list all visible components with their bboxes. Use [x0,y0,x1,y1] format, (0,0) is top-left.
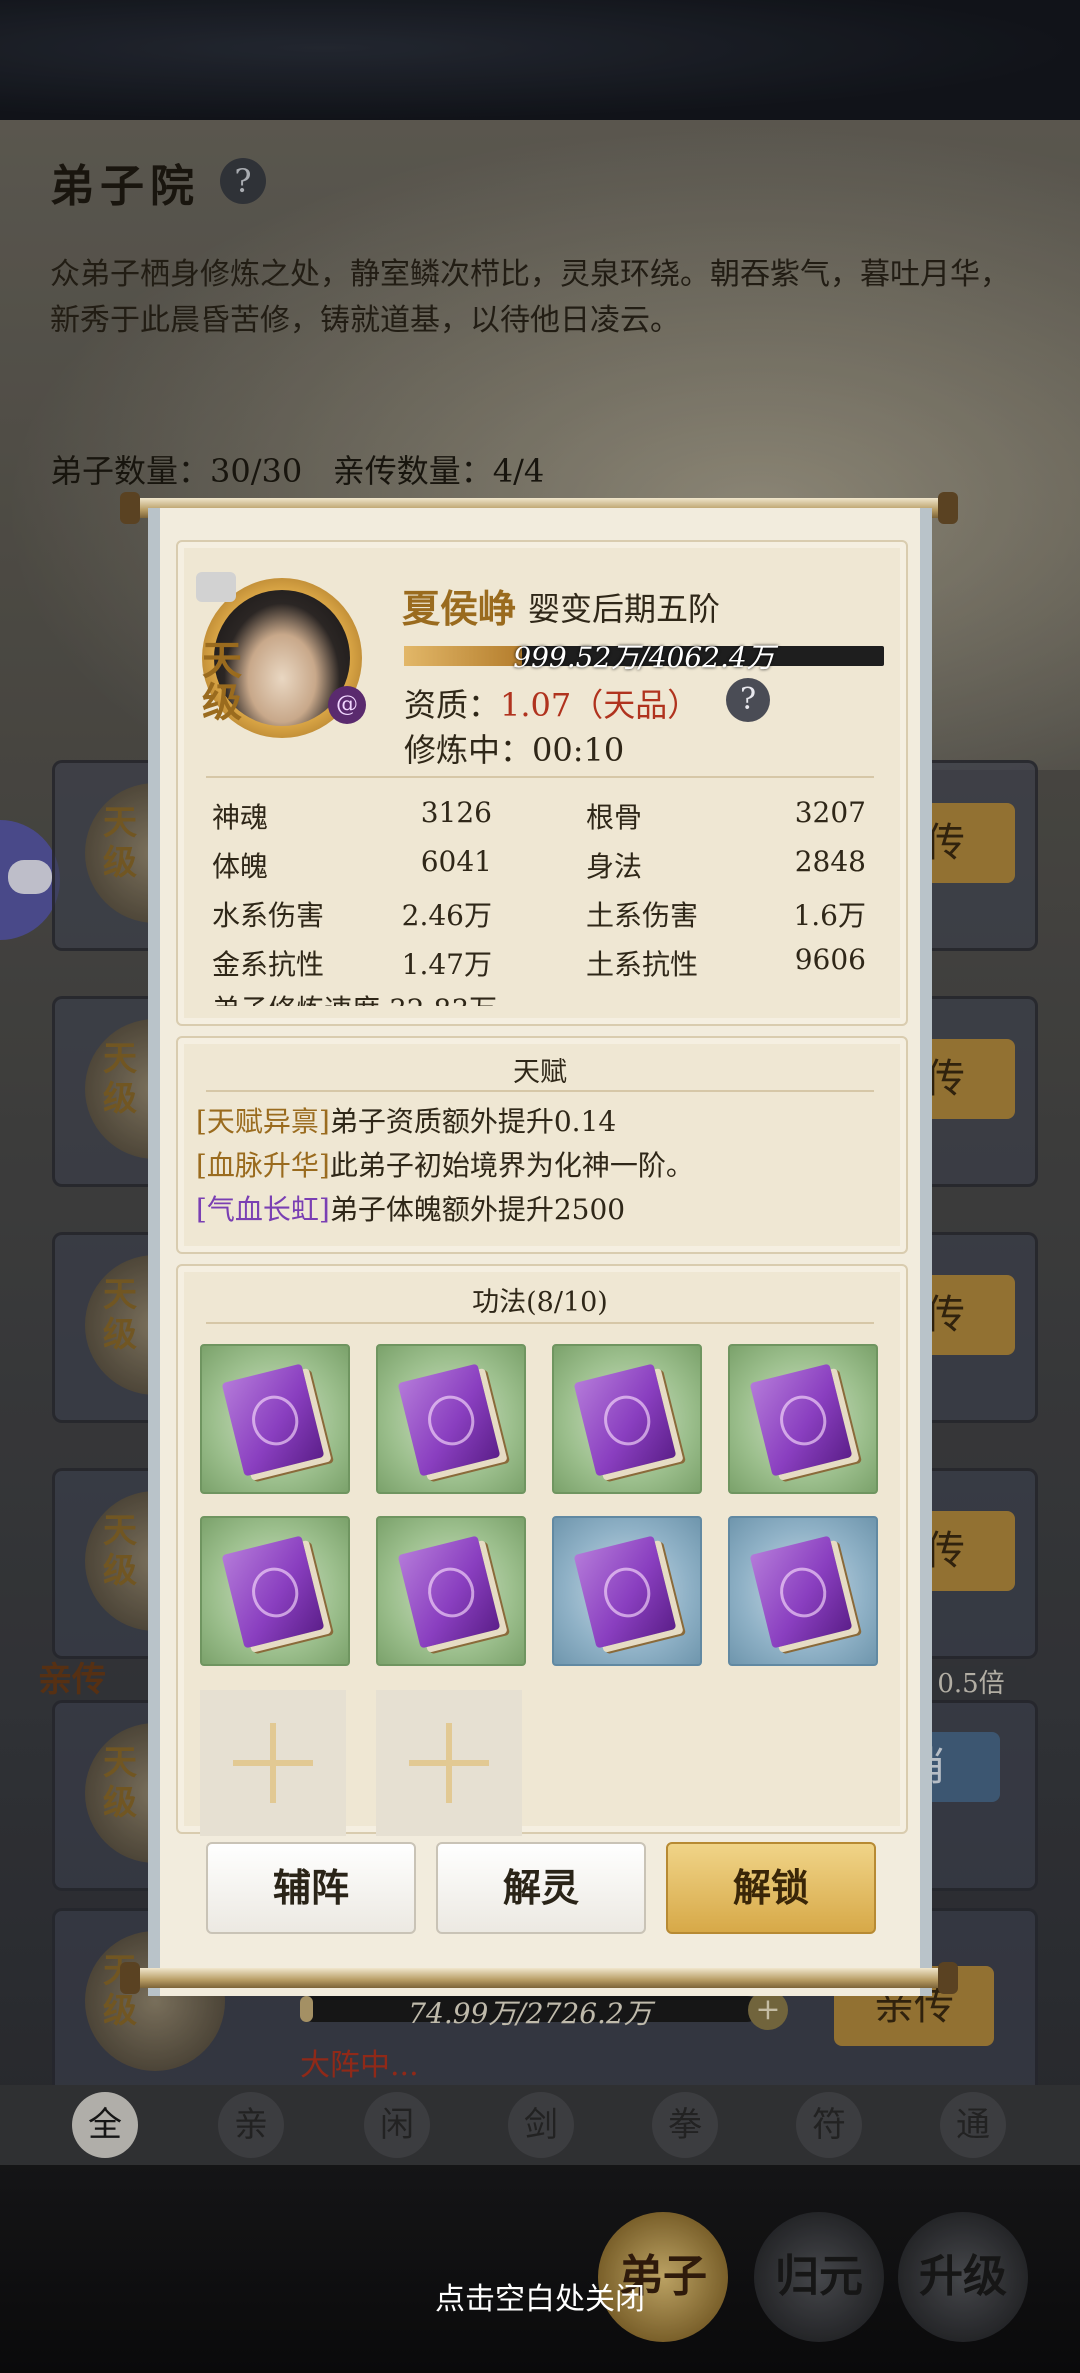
book-icon [221,1535,325,1649]
book-icon [573,1535,677,1649]
book-icon [573,1363,677,1477]
skill-slot[interactable] [552,1516,702,1666]
divider [206,776,874,778]
stat-label: 神魂 [212,801,269,834]
stat-value: 2.46万 [401,899,492,932]
talent-text: 此弟子初始境界为化神一阶。 [329,1149,694,1182]
stat-value: 2848 [794,845,866,878]
plus-icon-stem [446,1723,452,1803]
aptitude-value: 1.07（天品） [500,686,700,724]
book-icon [749,1363,853,1477]
skill-slot[interactable] [552,1344,702,1494]
skill-slot[interactable] [376,1344,526,1494]
close-hint: 点击空白处关闭 [435,2282,645,2317]
skill-slot[interactable] [200,1344,350,1494]
talent-tag: [天赋异禀] [196,1105,330,1138]
stat-label: 水系伤害 [212,899,325,932]
plus-icon-stem [270,1723,276,1803]
book-icon [397,1535,501,1649]
unlock-button[interactable]: 解锁 [666,1842,876,1934]
stat-partial: 弟子修炼速度 32.83万 [212,988,497,1006]
stat-value: 6041 [420,845,492,878]
talent-tag: [气血长虹] [196,1193,330,1226]
empty-skill-slot[interactable] [200,1690,346,1836]
stat-label: 根骨 [586,801,643,834]
rank-label: 天级 [202,637,242,726]
divider [206,1322,874,1324]
stat-label: 身法 [586,850,643,883]
stat-value: 1.47万 [401,948,492,981]
book-icon [749,1535,853,1649]
disciple-name: 夏侯峥 [402,586,517,631]
skill-slot[interactable] [376,1516,526,1666]
training-status: 修炼中：00:10 [404,731,625,769]
book-icon [221,1363,325,1477]
skill-slot[interactable] [728,1516,878,1666]
talent-item: [天赋异禀]弟子资质额外提升0.14 [196,1100,616,1140]
skills-title: 功法(8/10) [472,1287,608,1318]
stat-label: 土系伤害 [586,899,699,932]
release-button[interactable]: 解灵 [436,1842,646,1934]
talent-text: 弟子体魄额外提升2500 [329,1193,626,1226]
book-icon [397,1363,501,1477]
stat-label: 金系抗性 [212,948,325,981]
stat-value: 3207 [794,796,866,829]
talent-item: [血脉升华]此弟子初始境界为化神一阶。 [196,1144,694,1184]
disciple-realm: 婴变后期五阶 [528,590,721,628]
scroll-rod-bottom [120,1962,958,1994]
empty-skill-slot[interactable] [376,1690,522,1836]
talent-title: 天赋 [513,1057,567,1088]
stat-label: 体魄 [212,850,269,883]
stats-clip: 弟子修炼速度 32.83万 [212,988,512,1006]
aptitude-label: 资质： [404,686,501,724]
skill-slot[interactable] [200,1516,350,1666]
talent-text: 弟子资质额外提升0.14 [329,1105,617,1138]
talent-tag: [血脉升华] [196,1149,330,1182]
stat-value: 9606 [794,943,866,976]
skill-slot[interactable] [728,1344,878,1494]
stat-value: 1.6万 [793,899,866,932]
aptitude-row: 资质：1.07（天品） [404,680,699,726]
cultivation-text: 999.52万/4062.4万 [513,641,775,674]
stat-label: 土系抗性 [586,948,699,981]
aptitude-help-icon[interactable]: ? [726,678,770,722]
stat-value: 3126 [420,796,492,829]
spiral-icon: @ [328,686,366,724]
avatar-badge [196,572,236,602]
talent-item: [气血长虹]弟子体魄额外提升2500 [196,1188,625,1228]
divider [206,1090,874,1092]
assist-button[interactable]: 辅阵 [206,1842,416,1934]
